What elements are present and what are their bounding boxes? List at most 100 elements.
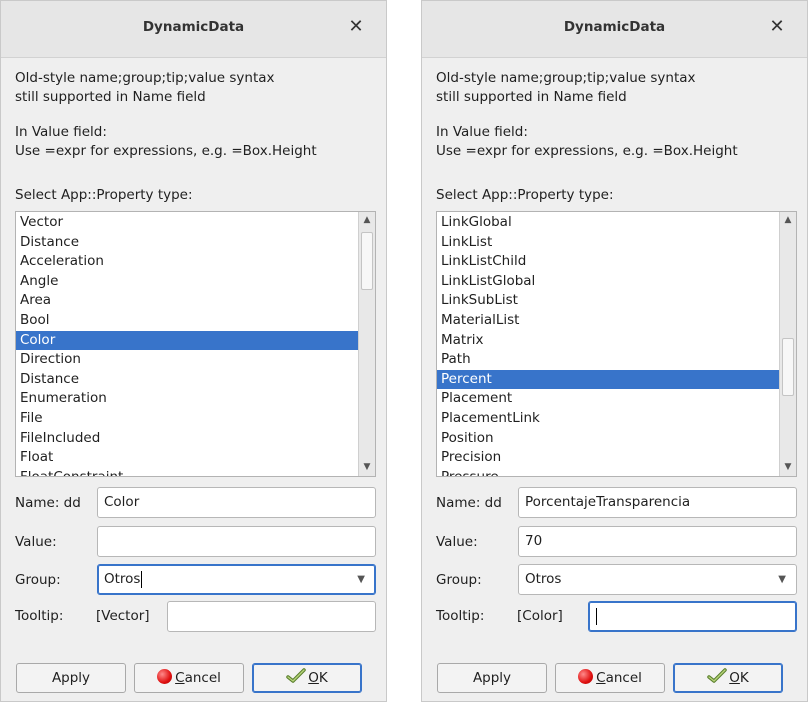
list-item[interactable]: FloatConstraint xyxy=(16,468,358,476)
scroll-down-icon[interactable]: ▼ xyxy=(359,459,375,476)
apply-button-label: Apply xyxy=(51,670,91,686)
name-label: Name: dd xyxy=(436,495,502,511)
property-type-list[interactable]: LinkGlobal LinkList LinkListChild LinkListG… xyxy=(436,211,797,477)
info-line: In Value field: xyxy=(436,124,528,140)
info-line: Old-style name;group;tip;value syntax xyxy=(436,70,696,86)
list-item[interactable]: Angle xyxy=(16,272,358,292)
select-type-label: Select App::Property type: xyxy=(436,187,614,203)
list-item[interactable]: Distance xyxy=(16,370,358,390)
tooltip-type-label: [Vector] xyxy=(96,608,150,624)
value-input[interactable] xyxy=(97,526,376,557)
property-type-list[interactable]: Vector Distance Acceleration Angle Area Bool C… xyxy=(15,211,376,477)
cancel-icon xyxy=(157,669,173,684)
ok-checkmark-icon xyxy=(286,668,306,683)
ok-button[interactable]: OK xyxy=(252,663,362,693)
list-item[interactable]: Placement xyxy=(437,389,779,409)
list-item[interactable]: Path xyxy=(437,350,779,370)
apply-button[interactable]: Apply xyxy=(16,663,126,693)
cancel-mnemonic: C xyxy=(596,670,606,686)
name-label: Name: dd xyxy=(15,495,81,511)
info-line: still supported in Name field xyxy=(15,89,206,105)
dynamic-data-dialog-right: DynamicData ✕ Old-style name;group;tip;v… xyxy=(421,0,808,702)
value-label: Value: xyxy=(15,534,57,550)
list-item[interactable]: Matrix xyxy=(437,331,779,351)
list-item[interactable]: Vector xyxy=(16,213,358,233)
cancel-icon xyxy=(578,669,594,684)
select-type-label: Select App::Property type: xyxy=(15,187,193,203)
ok-button-label: K xyxy=(739,670,749,686)
list-item[interactable]: Area xyxy=(16,291,358,311)
dropdown-arrow-icon[interactable]: ▼ xyxy=(357,565,365,594)
ok-button[interactable]: OK xyxy=(673,663,783,693)
ok-mnemonic: O xyxy=(729,670,740,686)
list-item[interactable]: LinkListChild xyxy=(437,252,779,272)
ok-checkmark-icon xyxy=(707,668,727,683)
list-item[interactable]: LinkGlobal xyxy=(437,213,779,233)
list-item[interactable]: Percent xyxy=(437,369,779,390)
property-type-items: Vector Distance Acceleration Angle Area Bool C… xyxy=(16,213,358,476)
apply-button-label: Apply xyxy=(472,670,512,686)
list-item[interactable]: Distance xyxy=(16,233,358,253)
list-item[interactable]: Position xyxy=(437,429,779,449)
ok-mnemonic: O xyxy=(308,670,319,686)
group-label: Group: xyxy=(15,572,61,588)
dialog-title: DynamicData xyxy=(563,19,666,35)
info-line: In Value field: xyxy=(15,124,107,140)
scrollbar-thumb[interactable] xyxy=(361,232,373,290)
list-item[interactable]: PlacementLink xyxy=(437,409,779,429)
scrollbar-thumb[interactable] xyxy=(782,338,794,396)
dialog-title: DynamicData xyxy=(142,19,245,35)
text-caret xyxy=(141,570,143,588)
name-input[interactable]: PorcentajeTransparencia xyxy=(518,487,797,518)
cancel-button-label: ancel xyxy=(605,670,642,686)
list-item[interactable]: LinkList xyxy=(437,233,779,253)
tooltip-type-label: [Color] xyxy=(517,608,563,624)
info-line: Old-style name;group;tip;value syntax xyxy=(15,70,275,86)
group-label: Group: xyxy=(436,572,482,588)
vertical-scrollbar[interactable]: ▲ ▼ xyxy=(358,212,375,476)
vertical-scrollbar[interactable]: ▲ ▼ xyxy=(779,212,796,476)
list-item[interactable]: Color xyxy=(16,330,358,351)
value-input[interactable]: 70 xyxy=(518,526,797,557)
cancel-button[interactable]: Cancel xyxy=(555,663,665,693)
cancel-button-label: ancel xyxy=(184,670,221,686)
syntax-info: Old-style name;group;tip;value syntax st… xyxy=(15,69,275,107)
text-caret xyxy=(596,607,597,625)
list-item[interactable]: LinkListGlobal xyxy=(437,272,779,292)
list-item[interactable]: Direction xyxy=(16,350,358,370)
cancel-button[interactable]: Cancel xyxy=(134,663,244,693)
dropdown-arrow-icon[interactable]: ▼ xyxy=(778,565,786,594)
tooltip-label: Tooltip: xyxy=(436,608,485,624)
scroll-up-icon[interactable]: ▲ xyxy=(359,212,375,229)
apply-button[interactable]: Apply xyxy=(437,663,547,693)
tooltip-label: Tooltip: xyxy=(15,608,64,624)
group-combobox[interactable]: Otros ▼ xyxy=(97,564,376,595)
tooltip-input[interactable] xyxy=(167,601,376,632)
list-item[interactable]: Float xyxy=(16,448,358,468)
group-combobox[interactable]: Otros ▼ xyxy=(518,564,797,595)
cancel-mnemonic: C xyxy=(175,670,185,686)
list-item[interactable]: File xyxy=(16,409,358,429)
scroll-down-icon[interactable]: ▼ xyxy=(780,459,796,476)
value-info: In Value field: Use =expr for expression… xyxy=(15,123,317,161)
list-item[interactable]: Acceleration xyxy=(16,252,358,272)
value-label: Value: xyxy=(436,534,478,550)
list-item[interactable]: Precision xyxy=(437,448,779,468)
list-item[interactable]: FileIncluded xyxy=(16,429,358,449)
info-line: still supported in Name field xyxy=(436,89,627,105)
dynamic-data-dialog-left: DynamicData ✕ Old-style name;group;tip;v… xyxy=(0,0,387,702)
list-item[interactable]: Pressure xyxy=(437,468,779,476)
list-item[interactable]: Enumeration xyxy=(16,389,358,409)
property-type-items: LinkGlobal LinkList LinkListChild LinkListG… xyxy=(437,213,779,476)
close-icon[interactable]: ✕ xyxy=(344,15,368,39)
group-combobox-value: Otros xyxy=(104,571,141,587)
title-bar: DynamicData ✕ xyxy=(422,1,807,58)
scroll-up-icon[interactable]: ▲ xyxy=(780,212,796,229)
list-item[interactable]: Bool xyxy=(16,311,358,331)
close-icon[interactable]: ✕ xyxy=(765,15,789,39)
list-item[interactable]: MaterialList xyxy=(437,311,779,331)
list-item[interactable]: LinkSubList xyxy=(437,291,779,311)
value-info: In Value field: Use =expr for expression… xyxy=(436,123,738,161)
tooltip-input[interactable] xyxy=(588,601,797,632)
name-input[interactable]: Color xyxy=(97,487,376,518)
